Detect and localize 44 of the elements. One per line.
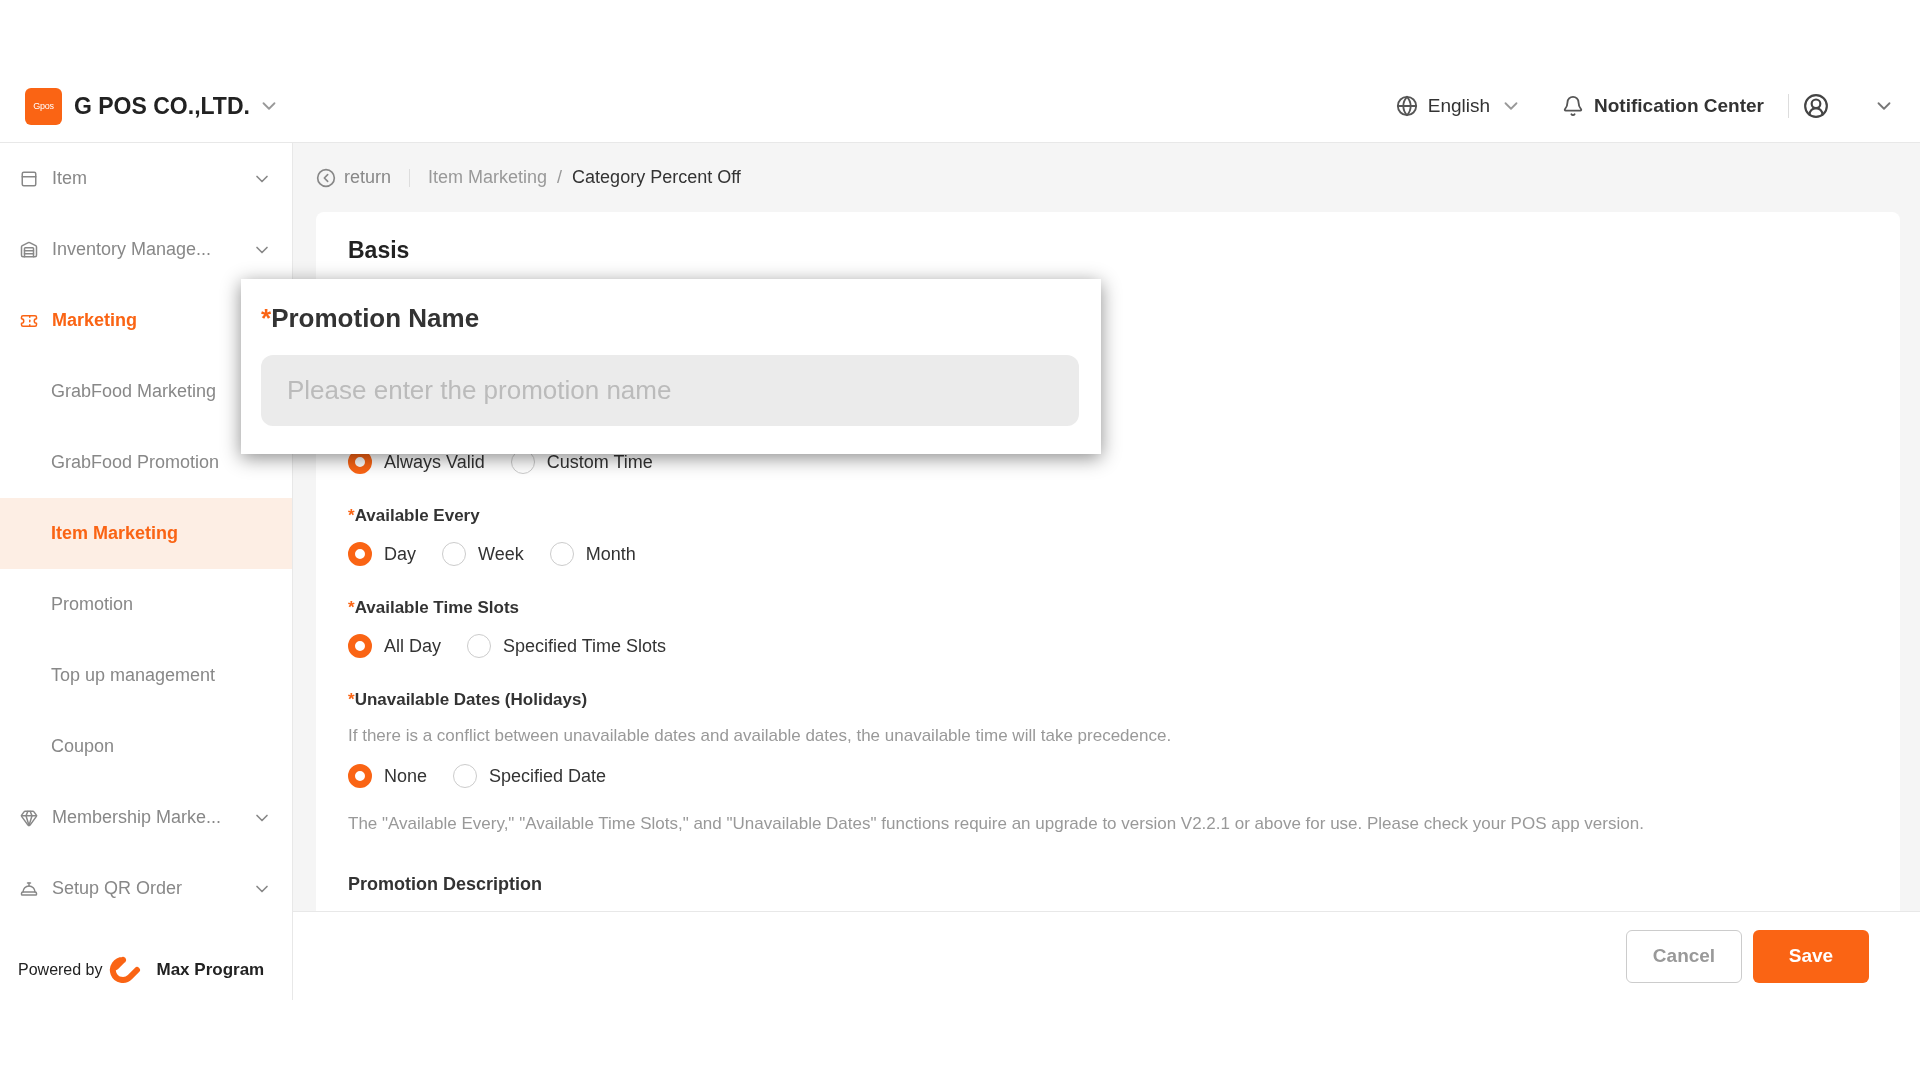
sidebar-item[interactable]: Membership Marke...: [0, 782, 292, 853]
user-icon[interactable]: [1803, 93, 1829, 119]
breadcrumb-separator: /: [557, 167, 563, 188]
section-title: Basis: [348, 236, 411, 265]
sidebar-item[interactable]: Item: [0, 143, 292, 214]
bell-icon[interactable]: [1562, 95, 1585, 117]
save-button[interactable]: Save: [1753, 929, 1869, 983]
bell-icon: [20, 879, 38, 898]
field-label: Promotion Description: [348, 873, 543, 896]
return-link[interactable]: return: [316, 167, 392, 188]
sidebar-subitem[interactable]: Item Marketing: [0, 498, 292, 569]
radio-option[interactable]: None: [348, 762, 428, 790]
sidebar-subitem[interactable]: Promotion: [0, 569, 292, 640]
breadcrumb-item: Category Percent Off: [572, 167, 741, 188]
panel-icon: [20, 169, 38, 188]
hint-text: If there is a conflict between unavailable dates and available dates, the unavailable time will take precedence.: [348, 725, 1173, 747]
radio-option[interactable]: Week: [442, 540, 524, 568]
back-icon[interactable]: [316, 167, 336, 188]
cancel-button[interactable]: Cancel: [1626, 929, 1742, 983]
warehouse-icon: [20, 240, 38, 259]
company-name: G POS CO.,LTD.: [74, 92, 250, 120]
breadcrumb-item[interactable]: Item Marketing: [428, 167, 548, 188]
sidebar-item[interactable]: Inventory Manage...: [0, 214, 292, 285]
powered-by-text: Powered by: [18, 961, 103, 979]
gem-icon: [20, 808, 38, 827]
note-text: The "Available Every," "Available Time Slots," and "Unavailable Dates" functions require an upgrade to version V2.2.1 or above for use. Please check your POS app version.: [348, 813, 1645, 835]
logo: Gpos: [25, 87, 62, 125]
radio-option[interactable]: Day: [348, 540, 416, 568]
field-label: *Unavailable Dates (Holidays): [348, 689, 589, 711]
sidebar-subitem[interactable]: Coupon: [0, 711, 292, 782]
sidebar-subitem[interactable]: Top up management: [0, 640, 292, 711]
radio-option[interactable]: Specified Time Slots: [467, 632, 667, 660]
brand-name: Max Program: [156, 960, 265, 980]
radio-option[interactable]: All Day: [348, 632, 441, 660]
field-label: *Promotion Name: [261, 302, 481, 335]
notification-center-link[interactable]: Notification Center: [1594, 95, 1764, 117]
field-label: *Available Time Slots: [348, 597, 521, 619]
globe-icon[interactable]: [1395, 95, 1418, 117]
radio-option[interactable]: Specified Date: [453, 762, 607, 790]
sidebar-subitem[interactable]: GrabFood Promotion: [0, 427, 292, 498]
radio-option[interactable]: Month: [549, 540, 636, 568]
field-label: *Available Every: [348, 505, 481, 527]
language-selector[interactable]: English: [1427, 95, 1491, 117]
sidebar-item[interactable]: Setup QR Order: [0, 853, 292, 924]
